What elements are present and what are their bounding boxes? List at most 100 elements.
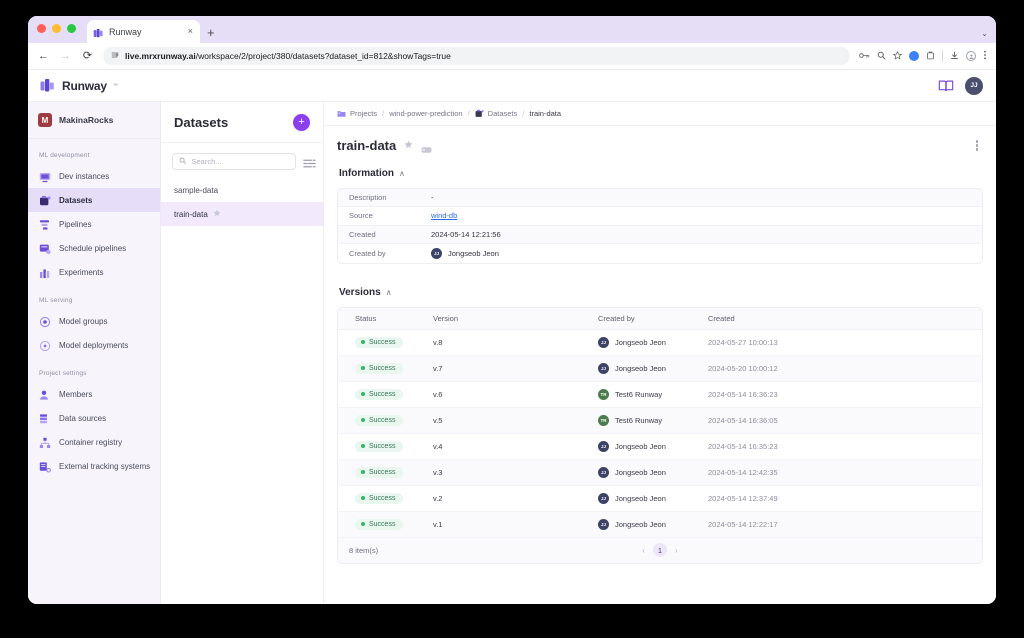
download-icon[interactable] <box>950 51 959 62</box>
close-tab-button[interactable]: × <box>187 27 194 36</box>
cell-created-by: TR Test6 Runway <box>598 381 708 408</box>
forward-button[interactable]: → <box>59 50 72 62</box>
table-row[interactable]: Success v.7 JJ Jongseob Jeon 2024-05-20 1… <box>338 355 982 382</box>
runway-logo[interactable]: Runway ™ <box>40 78 118 93</box>
runway-app: Runway ™ JJ M MakinaRocks ML development <box>28 70 996 604</box>
source-link[interactable]: wind-db <box>431 211 457 220</box>
sidebar-item-datasets[interactable]: Datasets <box>28 188 160 212</box>
star-icon[interactable] <box>404 140 413 151</box>
column-header-created-by[interactable]: Created by <box>598 307 708 330</box>
sidebar-item-data-sources[interactable]: Data sources <box>28 406 160 430</box>
new-tab-button[interactable]: + <box>207 26 215 39</box>
url-path: /workspace/2/project/380/datasets?datase… <box>195 51 451 61</box>
sidebar-item-schedule-pipelines[interactable]: Schedule pipelines <box>28 236 160 260</box>
model-deployments-icon <box>39 339 51 352</box>
next-page-button[interactable]: › <box>675 546 678 555</box>
menu-kebab-icon[interactable] <box>983 50 987 62</box>
nav-group-label-ml-serving: ML serving <box>39 297 73 304</box>
folder-icon <box>337 109 346 118</box>
filter-sliders-icon[interactable] <box>302 156 316 168</box>
bookmark-star-icon[interactable] <box>892 50 903 62</box>
dev-instances-icon <box>39 170 51 183</box>
user-avatar[interactable]: JJ <box>965 76 983 95</box>
tab-list-chevron-icon[interactable]: ⌄ <box>981 29 988 38</box>
sidebar-item-model-groups[interactable]: Model groups <box>28 309 160 333</box>
avatar: JJ <box>598 336 609 348</box>
cell-created-by: JJ Jongseob Jeon <box>598 433 708 460</box>
kebab-menu-icon[interactable] <box>973 137 982 154</box>
breadcrumb-separator: / <box>467 109 470 118</box>
sidebar-item-members[interactable]: Members <box>28 382 160 406</box>
sidebar-item-pipelines[interactable]: Pipelines <box>28 212 160 236</box>
cell-created-by: JJ Jongseob Jeon <box>598 355 708 382</box>
workspace-selector[interactable]: M MakinaRocks <box>28 102 160 139</box>
cell-status: Success <box>338 459 433 486</box>
sidebar-label-pipelines: Pipelines <box>59 219 92 229</box>
back-button[interactable]: ← <box>37 50 50 62</box>
status-dot-icon <box>361 418 365 422</box>
search-box[interactable] <box>172 153 296 170</box>
cell-created: 2024-05-20 10:00:12 <box>708 355 982 382</box>
sidebar-label-model-groups: Model groups <box>59 316 108 326</box>
chevron-up-icon[interactable]: ∧ <box>399 169 405 178</box>
table-row[interactable]: Success v.3 JJ Jongseob Jeon 2024-05-14 1… <box>338 459 982 486</box>
site-settings-icon[interactable] <box>111 51 119 61</box>
previous-page-button[interactable]: ‹ <box>642 546 645 555</box>
table-row[interactable]: Success v.5 TR Test6 Runway 2024-05-14 16… <box>338 407 982 434</box>
status-badge: Success <box>355 466 404 478</box>
avatar: TR <box>598 388 609 400</box>
cell-created-by: JJ Jongseob Jeon <box>598 459 708 486</box>
table-row[interactable]: Success v.8 JJ Jongseob Jeon 2024-05-27 1… <box>338 329 982 356</box>
close-window-button[interactable] <box>37 24 46 33</box>
table-row[interactable]: Success v.6 TR Test6 Runway 2024-05-14 16… <box>338 381 982 408</box>
toolbar-divider <box>942 50 943 62</box>
password-key-icon[interactable] <box>859 52 870 61</box>
info-value: JJ Jongseob Jeon <box>431 247 499 259</box>
extension-blue-icon[interactable] <box>909 51 919 61</box>
address-bar[interactable]: live.mrxrunway.ai/workspace/2/project/38… <box>103 47 850 65</box>
app-body: M MakinaRocks ML development Dev instanc… <box>28 102 996 604</box>
maximize-window-button[interactable] <box>67 24 76 33</box>
cell-created: 2024-05-14 16:35:23 <box>708 433 982 460</box>
star-icon[interactable] <box>213 209 221 219</box>
list-item-sample-data[interactable]: sample-data <box>161 179 323 202</box>
avatar: JJ <box>598 466 609 478</box>
breadcrumb-item-projects[interactable]: Projects <box>337 109 377 118</box>
information-section-header[interactable]: Information ∧ <box>337 164 983 188</box>
table-row[interactable]: Success v.4 JJ Jongseob Jeon 2024-05-14 1… <box>338 433 982 460</box>
search-input[interactable] <box>191 157 289 166</box>
minimize-window-button[interactable] <box>52 24 61 33</box>
sidebar-item-container-registry[interactable]: Container registry <box>28 430 160 454</box>
breadcrumb-item-datasets[interactable]: Datasets <box>475 109 517 118</box>
experiments-icon <box>39 266 51 278</box>
versions-section-header[interactable]: Versions ∧ <box>337 283 983 307</box>
column-header-version[interactable]: Version <box>433 307 598 330</box>
extension-puzzle-icon[interactable] <box>926 51 935 62</box>
book-icon[interactable] <box>938 79 954 93</box>
sidebar-label-dev-instances: Dev instances <box>59 171 110 181</box>
column-header-created[interactable]: Created <box>708 307 982 330</box>
browser-tab[interactable]: Runway × <box>87 20 200 43</box>
cell-version: v.1 <box>433 511 598 538</box>
list-item-train-data[interactable]: train-data <box>161 202 323 226</box>
status-badge: Success <box>355 492 404 504</box>
cell-status: Success <box>338 329 433 356</box>
column-header-status[interactable]: Status <box>338 307 433 330</box>
profile-icon[interactable] <box>966 51 976 61</box>
page-number-1[interactable]: 1 <box>653 543 667 557</box>
reload-button[interactable]: ⟳ <box>81 50 94 62</box>
breadcrumb-item-project[interactable]: wind-power-prediction <box>389 109 462 118</box>
sidebar-item-model-deployments[interactable]: Model deployments <box>28 333 160 357</box>
table-row[interactable]: Success v.2 JJ Jongseob Jeon 2024-05-14 1… <box>338 485 982 512</box>
sidebar-item-external-tracking-systems[interactable]: External tracking systems <box>28 454 160 478</box>
detail-scroll-area: Information ∧ Description - Source wind-… <box>324 164 996 605</box>
cell-created: 2024-05-14 12:42:35 <box>708 459 982 486</box>
chevron-up-icon[interactable]: ∧ <box>386 288 392 297</box>
zoom-icon[interactable] <box>877 51 886 62</box>
add-dataset-button[interactable]: + <box>293 114 310 131</box>
table-row[interactable]: Success v.1 JJ Jongseob Jeon 2024-05-14 1… <box>338 511 982 538</box>
tag-icon[interactable] <box>421 141 432 153</box>
sidebar-item-dev-instances[interactable]: Dev instances <box>28 164 160 188</box>
sidebar-item-experiments[interactable]: Experiments <box>28 260 160 284</box>
cell-created: 2024-05-14 12:37:49 <box>708 485 982 512</box>
